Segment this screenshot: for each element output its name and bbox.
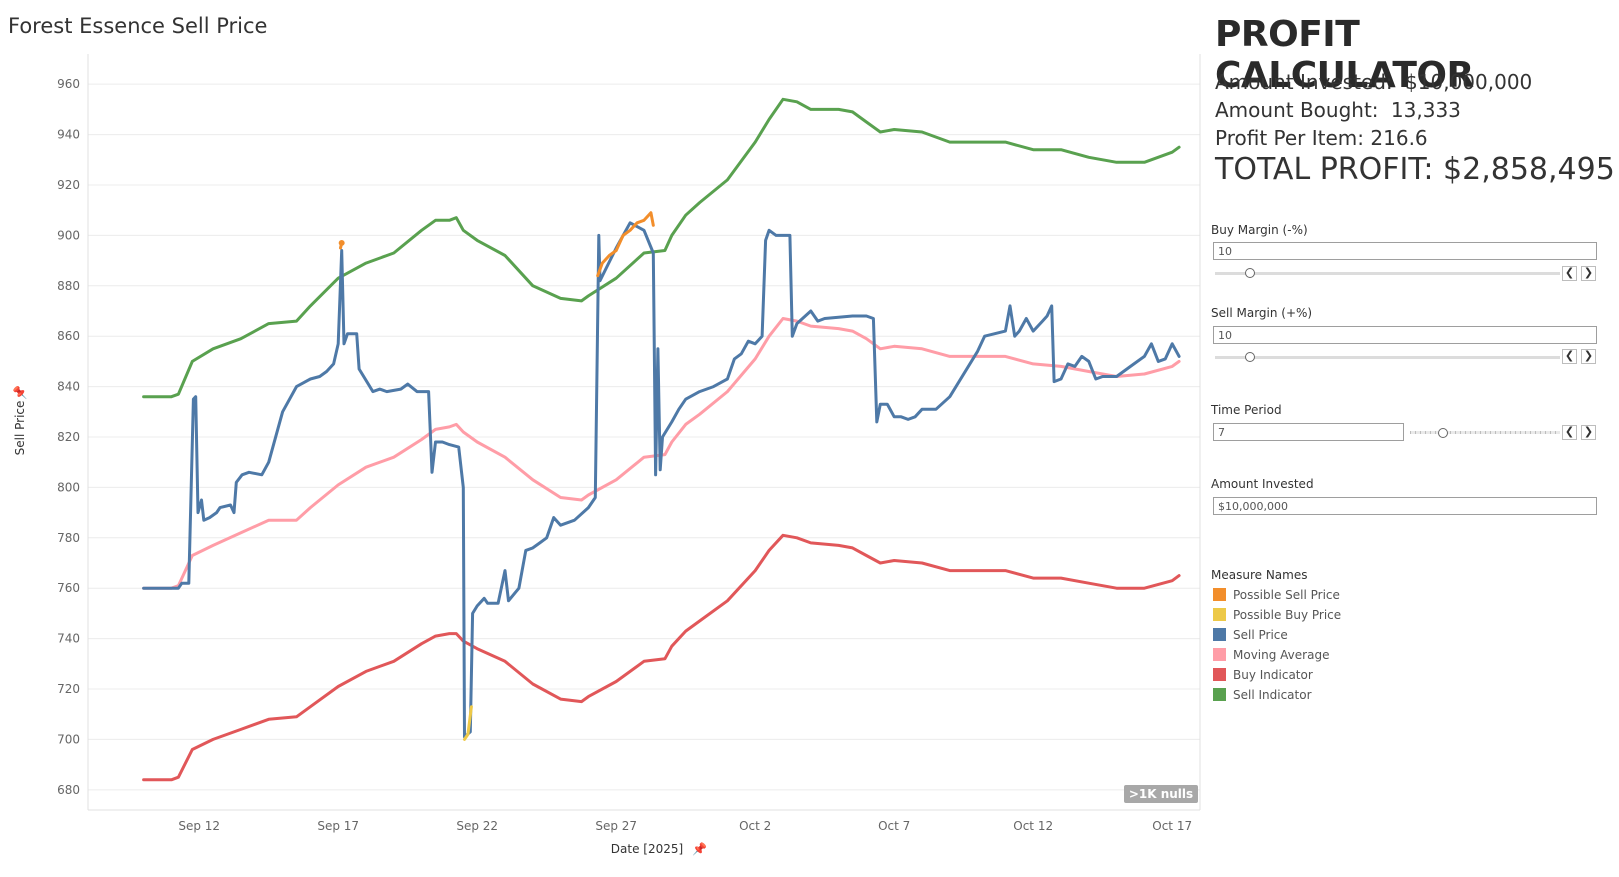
chevron-right-icon: ❯ bbox=[1583, 267, 1594, 279]
profit-per-item-summary: Profit Per Item: 216.6 bbox=[1215, 126, 1428, 150]
y-tick-label: 700 bbox=[57, 732, 80, 746]
legend-swatch bbox=[1213, 608, 1226, 621]
chevron-right-icon: ❯ bbox=[1583, 426, 1594, 438]
total-profit-value: $2,858,495 bbox=[1443, 152, 1615, 187]
y-tick-label: 960 bbox=[57, 77, 80, 91]
sell-margin-input[interactable]: 10 bbox=[1213, 326, 1597, 344]
chevron-left-icon: ❮ bbox=[1564, 267, 1575, 279]
x-tick-label: Sep 12 bbox=[178, 819, 220, 833]
possible-sell-price-point[interactable] bbox=[338, 239, 345, 246]
legend-item[interactable]: Possible Buy Price bbox=[1213, 608, 1341, 622]
buy-indicator-line[interactable] bbox=[142, 533, 1181, 782]
chart-area: 680 700 720 740 760 780 800 820 840 860 880 900 920 9… bbox=[12, 54, 1201, 856]
total-profit-label: TOTAL PROFIT: bbox=[1215, 152, 1434, 187]
legend-label: Possible Sell Price bbox=[1233, 588, 1340, 602]
x-tick-label: Sep 17 bbox=[317, 819, 359, 833]
legend-item[interactable]: Moving Average bbox=[1213, 648, 1329, 662]
sell-margin-slider-knob[interactable] bbox=[1244, 352, 1255, 362]
chevron-left-icon: ❮ bbox=[1564, 350, 1575, 362]
legend-label: Buy Indicator bbox=[1233, 668, 1313, 682]
buy-margin-slider-knob[interactable] bbox=[1244, 268, 1255, 278]
legend-item[interactable]: Sell Price bbox=[1213, 628, 1288, 642]
x-tick-label: Oct 2 bbox=[739, 819, 771, 833]
sell-margin-label: Sell Margin (+%) bbox=[1211, 306, 1313, 320]
y-tick-label: 900 bbox=[57, 228, 80, 242]
chevron-right-icon: ❯ bbox=[1583, 350, 1594, 362]
y-tick-label: 680 bbox=[57, 783, 80, 797]
amount-invested-input[interactable]: $10,000,000 bbox=[1213, 497, 1597, 515]
time-period-prev-button[interactable]: ❮ bbox=[1562, 425, 1577, 440]
x-tick-label: Oct 12 bbox=[1013, 819, 1053, 833]
y-tick-label: 860 bbox=[57, 329, 80, 343]
y-axis-title: Sell Price bbox=[13, 401, 27, 456]
legend-title: Measure Names bbox=[1211, 568, 1308, 582]
legend-swatch bbox=[1213, 588, 1226, 601]
x-axis-title: Date [2025] bbox=[611, 842, 683, 856]
legend-swatch bbox=[1213, 688, 1226, 701]
time-period-label: Time Period bbox=[1211, 403, 1282, 417]
amount-invested-value: $10,000,000 bbox=[1405, 70, 1533, 94]
sell-indicator-line[interactable] bbox=[142, 97, 1181, 399]
sell-margin-slider-track[interactable] bbox=[1215, 356, 1560, 359]
y-tick-label: 760 bbox=[57, 581, 80, 595]
axes bbox=[87, 54, 1201, 811]
y-tick-label: 880 bbox=[57, 279, 80, 293]
buy-margin-label: Buy Margin (-%) bbox=[1211, 223, 1308, 237]
buy-margin-prev-button[interactable]: ❮ bbox=[1562, 266, 1577, 281]
x-tick-label: Oct 17 bbox=[1152, 819, 1192, 833]
amount-bought-value: 13,333 bbox=[1390, 98, 1461, 122]
x-tick-label: Sep 22 bbox=[456, 819, 498, 833]
time-period-next-button[interactable]: ❯ bbox=[1581, 425, 1596, 440]
legend-swatch bbox=[1213, 648, 1226, 661]
legend-swatch bbox=[1213, 668, 1226, 681]
legend-swatch bbox=[1213, 628, 1226, 641]
y-tick-label: 800 bbox=[57, 480, 80, 494]
amount-invested-param-label: Amount Invested bbox=[1211, 477, 1314, 491]
legend-label: Moving Average bbox=[1233, 648, 1330, 662]
buy-margin-slider-track[interactable] bbox=[1215, 272, 1560, 275]
y-tick-label: 720 bbox=[57, 682, 80, 696]
legend-item[interactable]: Possible Sell Price bbox=[1213, 588, 1340, 602]
y-tick-label: 940 bbox=[57, 128, 80, 142]
time-period-slider-knob[interactable] bbox=[1438, 428, 1448, 438]
time-period-slider-track[interactable] bbox=[1410, 431, 1560, 434]
pin-icon[interactable]: 📌 bbox=[12, 385, 27, 400]
y-tick-label: 820 bbox=[57, 430, 80, 444]
time-period-input[interactable]: 7 bbox=[1213, 423, 1404, 441]
y-tick-label: 920 bbox=[57, 178, 80, 192]
profit-per-item-label: Profit Per Item: bbox=[1215, 126, 1365, 150]
profit-per-item-value: 216.6 bbox=[1370, 126, 1428, 150]
nulls-indicator-badge[interactable]: >1K nulls bbox=[1124, 785, 1198, 803]
legend-label: Possible Buy Price bbox=[1233, 608, 1342, 622]
legend-item[interactable]: Sell Indicator bbox=[1213, 688, 1312, 702]
buy-margin-input[interactable]: 10 bbox=[1213, 242, 1597, 260]
buy-margin-next-button[interactable]: ❯ bbox=[1581, 266, 1596, 281]
pin-icon[interactable]: 📌 bbox=[692, 841, 707, 856]
series-lines bbox=[142, 97, 1181, 782]
x-tick-label: Oct 7 bbox=[878, 819, 910, 833]
amount-invested-summary: Amount Invested: $10,000,000 bbox=[1215, 70, 1532, 94]
y-tick-label: 740 bbox=[57, 632, 80, 646]
chevron-left-icon: ❮ bbox=[1564, 426, 1575, 438]
legend-label: Sell Price bbox=[1233, 628, 1288, 642]
legend-label: Sell Indicator bbox=[1233, 688, 1312, 702]
y-tick-label: 840 bbox=[57, 380, 80, 394]
x-tick-label: Sep 27 bbox=[595, 819, 637, 833]
sell-margin-prev-button[interactable]: ❮ bbox=[1562, 349, 1577, 364]
total-profit-summary: TOTAL PROFIT: $2,858,495 bbox=[1215, 152, 1615, 187]
amount-invested-label: Amount Invested: bbox=[1215, 70, 1393, 94]
y-tick-label: 780 bbox=[57, 531, 80, 545]
grid-lines bbox=[88, 83, 1200, 791]
amount-bought-summary: Amount Bought: 13,333 bbox=[1215, 98, 1461, 122]
sell-margin-next-button[interactable]: ❯ bbox=[1581, 349, 1596, 364]
amount-bought-label: Amount Bought: bbox=[1215, 98, 1379, 122]
legend-item[interactable]: Buy Indicator bbox=[1213, 668, 1313, 682]
